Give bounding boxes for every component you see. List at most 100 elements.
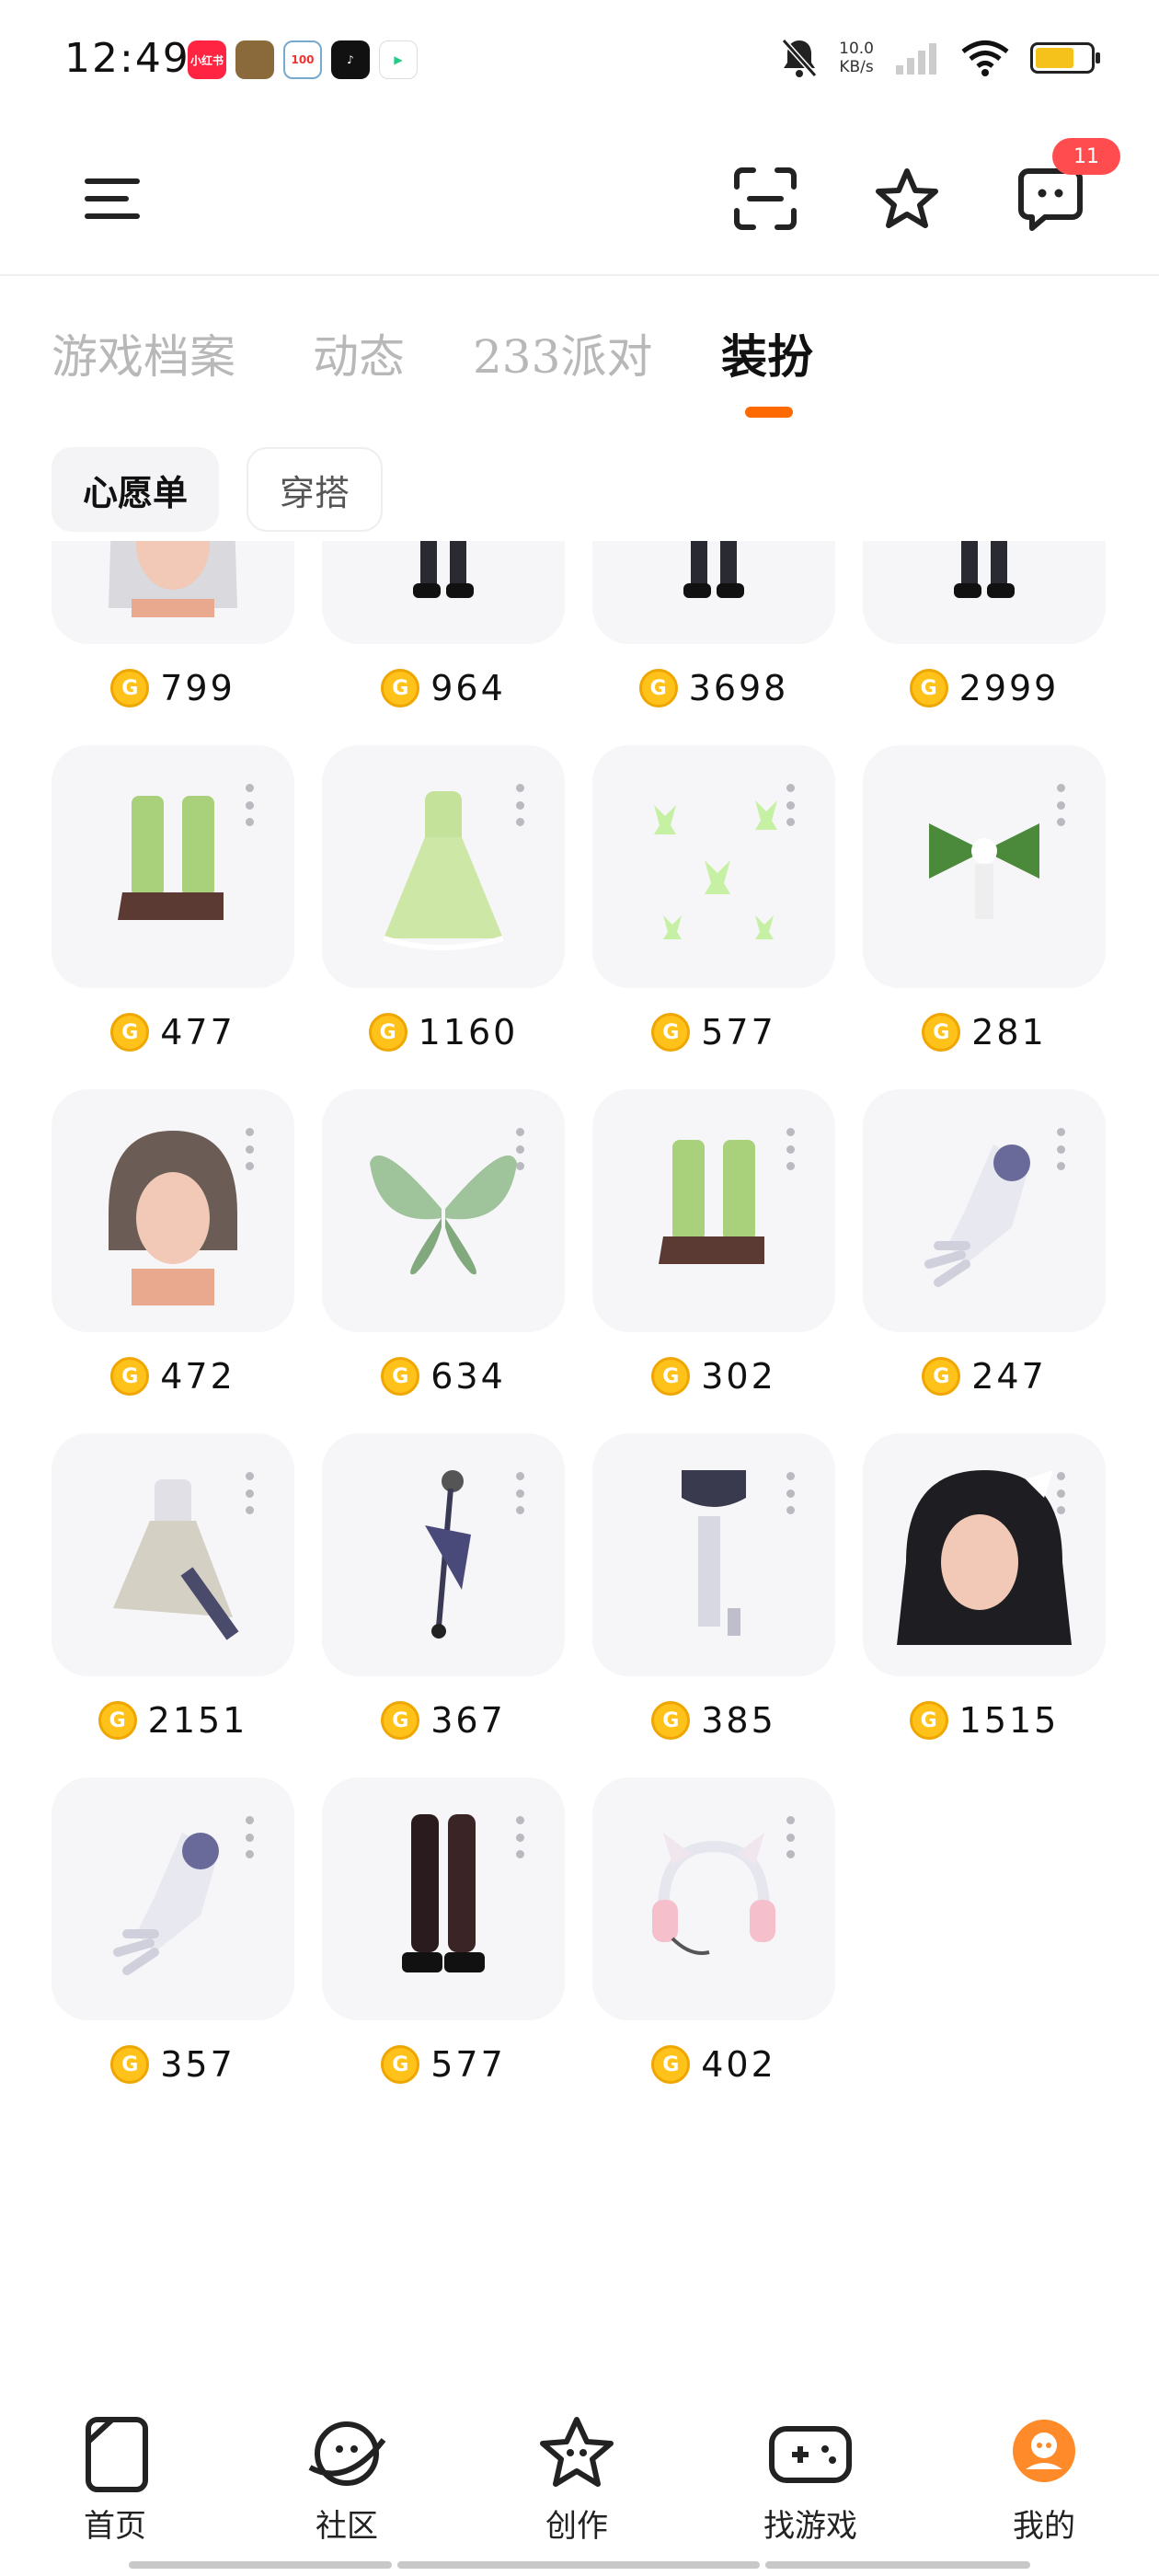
coin-icon: G [381,1357,420,1396]
item-thumbnail[interactable] [592,1433,835,1676]
item-thumbnail[interactable] [863,1433,1106,1676]
price-value: 964 [430,668,506,708]
wishlist-item[interactable]: G 357 [52,1777,294,2085]
item-price: G 2151 [52,1693,294,1748]
nav-profile[interactable]: 我的 [975,2414,1113,2546]
tab-moments[interactable]: 动态 [313,320,405,386]
scan-button[interactable] [732,166,798,232]
tab-dress-up[interactable]: 装扮 [721,320,813,386]
item-price: G 3698 [592,661,835,716]
item-price: G 385 [592,1693,835,1748]
tab-game-archive[interactable]: 游戏档案 [52,320,235,386]
more-options-icon[interactable] [1056,1128,1065,1170]
wishlist-item[interactable]: G 2151 [52,1433,294,1741]
more-options-icon[interactable] [1056,1472,1065,1514]
item-thumbnail[interactable] [592,1089,835,1332]
nav-home[interactable]: 首页 [46,2414,184,2546]
planet-icon [308,2421,386,2486]
item-thumbnail[interactable] [52,541,294,644]
black-hair-icon [888,1452,1081,1658]
price-value: 247 [971,1356,1047,1397]
more-options-icon[interactable] [786,1128,795,1170]
wishlist-item[interactable]: G 1515 [863,1433,1106,1741]
favorites-button[interactable] [874,166,940,232]
wishlist-item[interactable]: G 577 [592,745,835,1052]
wishlist-item[interactable]: G 3698 [592,541,835,708]
menu-button[interactable] [79,166,145,232]
more-options-icon[interactable] [786,784,795,826]
profile-tabs: 游戏档案 动态 233派对 装扮 [0,276,1159,432]
wishlist-item[interactable]: G 367 [322,1433,565,1741]
filter-chips: 心愿单 穿搭 [52,447,384,532]
outfit-icon [636,541,792,616]
tab-233-party[interactable]: 233派对 [473,320,652,386]
item-thumbnail[interactable] [322,1089,565,1332]
item-price: G 634 [322,1349,565,1404]
item-thumbnail[interactable] [322,1433,565,1676]
item-thumbnail[interactable] [52,1433,294,1676]
item-thumbnail[interactable] [592,745,835,988]
item-thumbnail[interactable] [592,541,835,644]
chat-icon [1018,168,1083,231]
wishlist-item[interactable]: G 2999 [863,541,1106,708]
price-value: 302 [701,1356,776,1397]
wishlist-item[interactable]: G 472 [52,1089,294,1397]
wishlist-item[interactable]: G 799 [52,541,294,708]
wishlist-item[interactable]: G 964 [322,541,565,708]
price-value: 367 [430,1700,506,1741]
item-thumbnail[interactable] [863,1089,1106,1332]
item-thumbnail[interactable] [592,1777,835,2020]
item-price: G 281 [863,1005,1106,1060]
more-options-icon[interactable] [245,784,254,826]
coin-icon: G [368,1013,407,1052]
item-thumbnail[interactable] [863,541,1106,644]
item-price: G 357 [52,2037,294,2092]
more-options-icon[interactable] [245,1472,254,1514]
wishlist-item[interactable]: G 247 [863,1089,1106,1397]
item-thumbnail[interactable] [52,1777,294,2020]
chip-outfits[interactable]: 穿搭 [247,447,384,532]
more-options-icon[interactable] [1056,784,1065,826]
game-icon [235,40,274,79]
top-header: 11 [0,120,1159,276]
item-thumbnail[interactable] [863,745,1106,988]
wishlist-item[interactable]: G 1160 [322,745,565,1052]
coin-icon: G [651,1701,691,1740]
wishlist-item[interactable]: G 385 [592,1433,835,1741]
video-icon: ▶ [379,40,418,79]
item-thumbnail[interactable] [52,1089,294,1332]
price-value: 357 [160,2044,235,2085]
more-options-icon[interactable] [515,1816,524,1858]
chip-wishlist[interactable]: 心愿单 [52,447,220,532]
more-options-icon[interactable] [515,1472,524,1514]
wishlist-item[interactable]: G 477 [52,745,294,1052]
wishlist-item[interactable]: G 402 [592,1777,835,2085]
mute-bell-icon [781,38,818,78]
more-options-icon[interactable] [515,784,524,826]
stockings-icon [663,1461,764,1649]
coin-icon: G [922,1357,961,1396]
wishlist-item[interactable]: G 577 [322,1777,565,2085]
price-value: 385 [701,1700,776,1741]
nav-find-games[interactable]: 找游戏 [741,2414,879,2546]
more-options-icon[interactable] [515,1128,524,1170]
nav-community[interactable]: 社区 [278,2414,416,2546]
item-thumbnail[interactable] [322,745,565,988]
wishlist-item[interactable]: G 634 [322,1089,565,1397]
scan-icon [734,167,797,230]
status-bar: 12:49 小红书 100 ♪ ▶ 10.0 KB/s [0,0,1159,120]
wishlist-item[interactable]: G 302 [592,1089,835,1397]
wishlist-item[interactable]: G 281 [863,745,1106,1052]
more-options-icon[interactable] [786,1472,795,1514]
more-options-icon[interactable] [245,1128,254,1170]
item-price: G 247 [863,1349,1106,1404]
item-thumbnail[interactable] [52,745,294,988]
price-value: 1515 [958,1700,1060,1741]
more-options-icon[interactable] [786,1816,795,1858]
battery-icon [1030,42,1100,74]
messages-button[interactable] [1017,166,1084,232]
nav-create[interactable]: 创作 [508,2414,646,2546]
more-options-icon[interactable] [245,1816,254,1858]
item-thumbnail[interactable] [322,541,565,644]
item-thumbnail[interactable] [322,1777,565,2020]
